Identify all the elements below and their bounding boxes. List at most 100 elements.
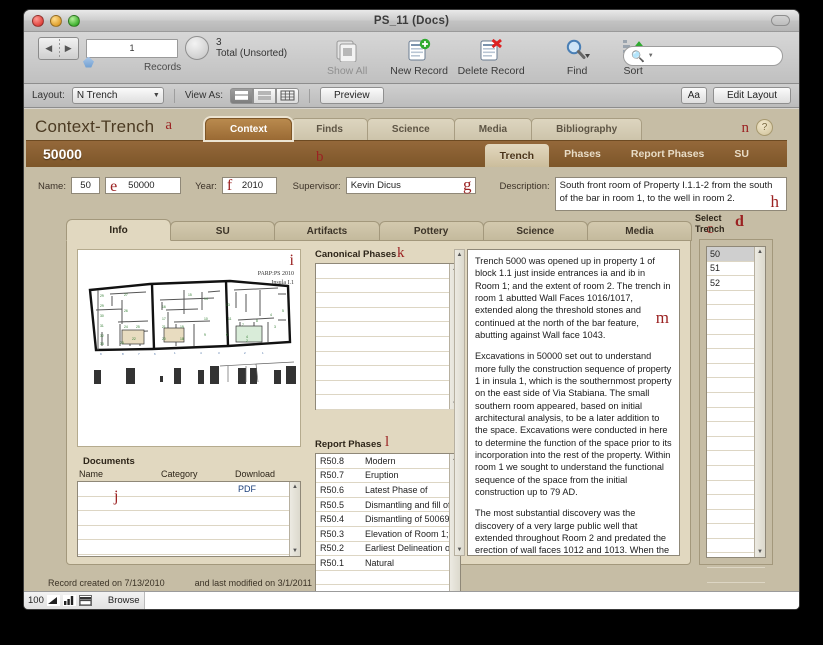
narrative-paragraph: The most substantial discovery was the d… (475, 508, 670, 556)
help-button[interactable]: ? (756, 119, 773, 136)
list-item[interactable] (316, 264, 460, 279)
list-item[interactable] (316, 395, 460, 410)
select-trench-box: 50 51 52 ▲ ▼ (699, 239, 773, 598)
scroll-up-icon[interactable]: ▲ (292, 482, 298, 492)
select-trench-list[interactable]: 50 51 52 ▲ ▼ (706, 246, 766, 598)
tab-finds[interactable]: Finds (291, 118, 368, 140)
table-row[interactable]: R50.3 Elevation of Room 1; (316, 527, 460, 542)
list-item[interactable] (316, 352, 460, 367)
documents-column-download: Download (235, 469, 276, 479)
panel-tab-info[interactable]: Info (66, 219, 172, 241)
edit-layout-button[interactable]: Edit Layout (712, 87, 791, 104)
record-flipper[interactable]: ◀ ▶ (38, 36, 79, 60)
supervisor-field[interactable]: Kevin Dicus g (345, 175, 477, 194)
show-all-button[interactable]: Show All (311, 36, 383, 77)
select-trench-scrollbar[interactable]: ▲ ▼ (754, 247, 765, 557)
table-row[interactable] (78, 526, 300, 541)
panel-tab-media[interactable]: Media (586, 221, 693, 241)
table-row[interactable]: R50.2 Earliest Delineation of (316, 542, 460, 557)
show-all-label: Show All (327, 65, 368, 77)
text-size-label: Aa (687, 90, 700, 101)
select-trench-label: Select Trench d (695, 213, 773, 236)
annotation-j: j (114, 487, 119, 505)
subtab-trench[interactable]: Trench (484, 144, 550, 167)
panel-tab-su[interactable]: SU (170, 221, 276, 241)
main-tab-bar[interactable]: Context Finds Science Media Bibliography (205, 118, 643, 140)
record-total-label: Total (Unsorted) (216, 48, 288, 59)
view-as-form-icon[interactable] (229, 87, 253, 104)
view-as-table-icon[interactable] (275, 87, 299, 104)
scroll-down-icon[interactable]: ▼ (292, 546, 298, 556)
status-toolbar-toggle-icon[interactable] (78, 595, 92, 606)
table-row[interactable]: j (78, 488, 300, 512)
scroll-down-icon[interactable]: ▼ (457, 545, 463, 555)
table-row[interactable]: R50.6 Latest Phase of (316, 483, 460, 498)
subtab-su[interactable]: SU (719, 141, 787, 167)
subtab-phases-label: Phases (564, 148, 601, 160)
panel-tab-science[interactable]: Science (482, 221, 588, 241)
chevron-down-icon: ▼ (152, 92, 160, 99)
toolbar-toggle-button[interactable] (771, 15, 790, 26)
panel-tab-artifacts[interactable]: Artifacts (274, 221, 380, 241)
preview-button[interactable]: Preview (319, 87, 384, 104)
delete-record-button[interactable]: Delete Record (455, 36, 527, 77)
scroll-up-icon[interactable]: ▲ (757, 247, 763, 257)
zoom-in-icon[interactable] (62, 595, 76, 606)
table-row[interactable]: R50.1 Natural (316, 556, 460, 571)
record-slider-thumb[interactable] (83, 56, 94, 68)
record-number-field[interactable]: 1 (83, 38, 178, 68)
trench-item-label: 51 (710, 263, 721, 274)
divider (308, 88, 310, 103)
table-row[interactable]: PDF (78, 482, 300, 497)
list-item[interactable] (316, 337, 460, 352)
new-record-button[interactable]: New Record (383, 36, 455, 77)
next-record-icon[interactable]: ▶ (59, 43, 79, 54)
narrative-textarea[interactable]: m Trench 5000 was opened up in property … (467, 249, 680, 556)
description-field[interactable]: South front room of Property I.1.1-2 fro… (554, 177, 787, 211)
scroll-up-icon[interactable]: ▲ (457, 250, 463, 260)
tab-bibliography[interactable]: Bibliography (531, 118, 643, 140)
zoom-out-icon[interactable] (46, 595, 60, 606)
find-icon (564, 36, 591, 62)
sub-tab-bar[interactable]: Trench Phases Report Phases SU (484, 141, 787, 167)
tab-media[interactable]: Media (453, 118, 533, 140)
table-row[interactable] (78, 511, 300, 526)
search-field[interactable]: 🔍 ▼ (623, 46, 783, 66)
find-button[interactable]: Find (549, 36, 605, 77)
panel-tab-bar[interactable]: Info SU Artifacts Pottery Science Media (66, 219, 693, 241)
list-item[interactable] (316, 293, 460, 308)
previous-record-icon[interactable]: ◀ (39, 43, 59, 54)
narrative-scrollbar[interactable]: ▲ ▼ (454, 249, 465, 556)
document-download-link[interactable]: PDF (238, 484, 256, 494)
year-field[interactable]: f 2010 (221, 177, 277, 194)
view-as-group[interactable] (229, 87, 299, 104)
list-item[interactable] (316, 381, 460, 396)
table-row[interactable]: R50.4 Dismantling of 50069 (316, 512, 460, 527)
list-item[interactable] (316, 366, 460, 381)
record-dial[interactable] (185, 36, 209, 60)
panel-tab-pottery[interactable]: Pottery (378, 221, 484, 241)
list-item[interactable] (316, 279, 460, 294)
view-as-list-icon[interactable] (252, 87, 276, 104)
list-item[interactable] (316, 322, 460, 337)
documents-scrollbar[interactable]: ▲ ▼ (289, 482, 300, 556)
layout-select[interactable]: N Trench ▼ (71, 87, 164, 104)
subtab-report-phases[interactable]: Report Phases (616, 141, 720, 167)
table-row[interactable]: R50.5 Dismantling and fill of (316, 498, 460, 513)
text-size-button[interactable]: Aa (680, 87, 707, 104)
canonical-phases-list[interactable]: ▲ ▼ (315, 263, 461, 410)
table-row[interactable]: R50.8 Modern (316, 454, 460, 469)
search-dropdown-icon[interactable]: ▼ (648, 53, 654, 59)
name-prefix-field[interactable]: 50 (70, 177, 101, 194)
subtab-phases[interactable]: Phases (549, 141, 616, 167)
new-record-icon (407, 36, 431, 62)
scroll-down-icon[interactable]: ▼ (757, 547, 763, 557)
tab-science[interactable]: Science (366, 118, 455, 140)
name-field[interactable]: e 50000 (105, 177, 182, 195)
list-item[interactable] (316, 308, 460, 323)
zoom-control[interactable]: 100 (28, 595, 92, 606)
tab-context[interactable]: Context (205, 118, 293, 140)
documents-list[interactable]: PDF j ▲ ▼ (77, 481, 301, 557)
table-row[interactable]: R50.7 Eruption (316, 469, 460, 484)
table-row[interactable] (78, 540, 300, 555)
